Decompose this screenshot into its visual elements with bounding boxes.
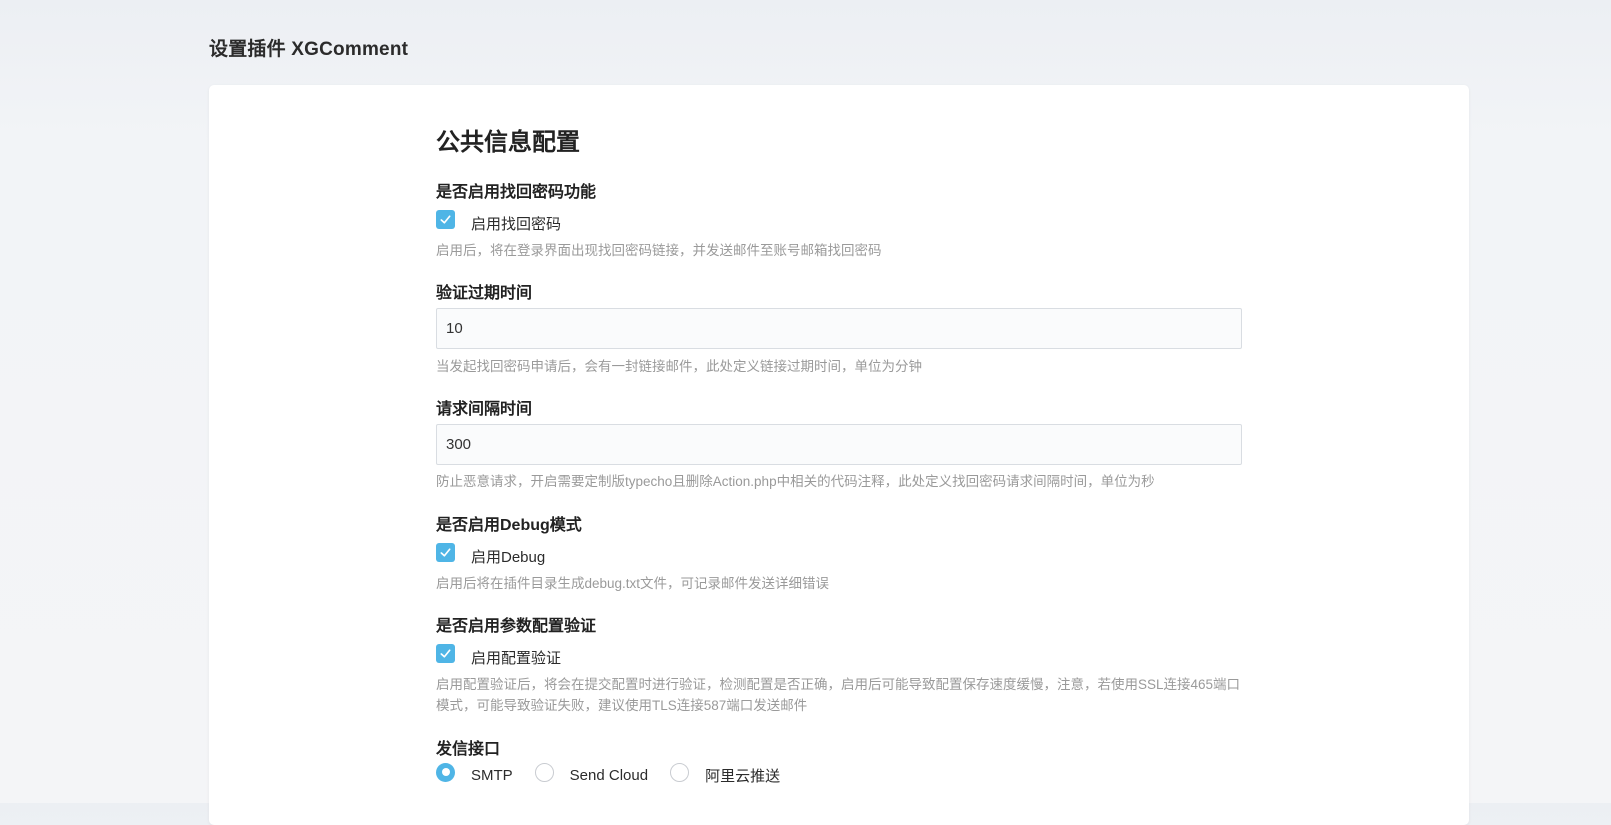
radio-option-aliyun[interactable]: 阿里云推送	[670, 762, 781, 786]
radio-option-smtp[interactable]: SMTP	[436, 762, 513, 785]
radio-send-cloud[interactable]	[534, 762, 554, 782]
request-interval-label: 请求间隔时间	[436, 401, 533, 418]
mail-interface-radio-group: SMTP Send Cloud 阿里云推送	[436, 762, 802, 787]
reset-password-hint: 启用后，将在登录界面出现找回密码链接，并发送邮件至账号邮箱找回密码	[436, 243, 882, 258]
debug-checkbox-row[interactable]: 启用Debug	[436, 542, 546, 568]
expire-time-label: 验证过期时间	[436, 285, 533, 302]
radio-smtp[interactable]	[436, 762, 455, 782]
debug-checkbox[interactable]	[436, 542, 455, 562]
config-validation-label: 是否启用参数配置验证	[436, 618, 597, 635]
radio-option-send-cloud[interactable]: Send Cloud	[534, 762, 649, 785]
expire-time-input[interactable]	[436, 308, 1242, 349]
checkmark-icon	[440, 648, 451, 658]
config-validation-hint: 启用配置验证后，将会在提交配置时进行验证，检测配置是否正确，启用后可能导致配置保…	[436, 677, 1241, 713]
debug-label: 是否启用Debug模式	[436, 517, 582, 534]
mail-interface-label: 发信接口	[436, 741, 501, 758]
debug-hint: 启用后将在插件目录生成debug.txt文件，可记录邮件发送详细错误	[436, 576, 830, 591]
radio-send-cloud-label: Send Cloud	[569, 766, 649, 784]
config-validation-checkbox-row[interactable]: 启用配置验证	[436, 643, 562, 669]
request-interval-hint: 防止恶意请求，开启需要定制版typecho且删除Action.php中相关的代码…	[436, 474, 1155, 489]
radio-smtp-label: SMTP	[471, 766, 513, 784]
config-validation-checkbox[interactable]	[436, 643, 455, 663]
debug-checkbox-label: 启用Debug	[471, 548, 546, 566]
expire-time-hint: 当发起找回密码申请后，会有一封链接邮件，此处定义链接过期时间，单位为分钟	[436, 359, 922, 374]
radio-aliyun-label: 阿里云推送	[705, 767, 781, 785]
page-title: 设置插件 XGComment	[209, 39, 409, 60]
radio-aliyun[interactable]	[670, 762, 690, 782]
config-validation-checkbox-label: 启用配置验证	[471, 649, 562, 667]
reset-password-checkbox-row[interactable]: 启用找回密码	[436, 209, 562, 235]
reset-password-label: 是否启用找回密码功能	[436, 184, 597, 201]
request-interval-input[interactable]	[436, 424, 1242, 465]
reset-password-checkbox[interactable]	[436, 209, 455, 229]
section-title: 公共信息配置	[436, 129, 580, 156]
reset-password-checkbox-label: 启用找回密码	[471, 215, 562, 233]
checkmark-icon	[440, 214, 451, 224]
checkmark-icon	[440, 547, 451, 557]
